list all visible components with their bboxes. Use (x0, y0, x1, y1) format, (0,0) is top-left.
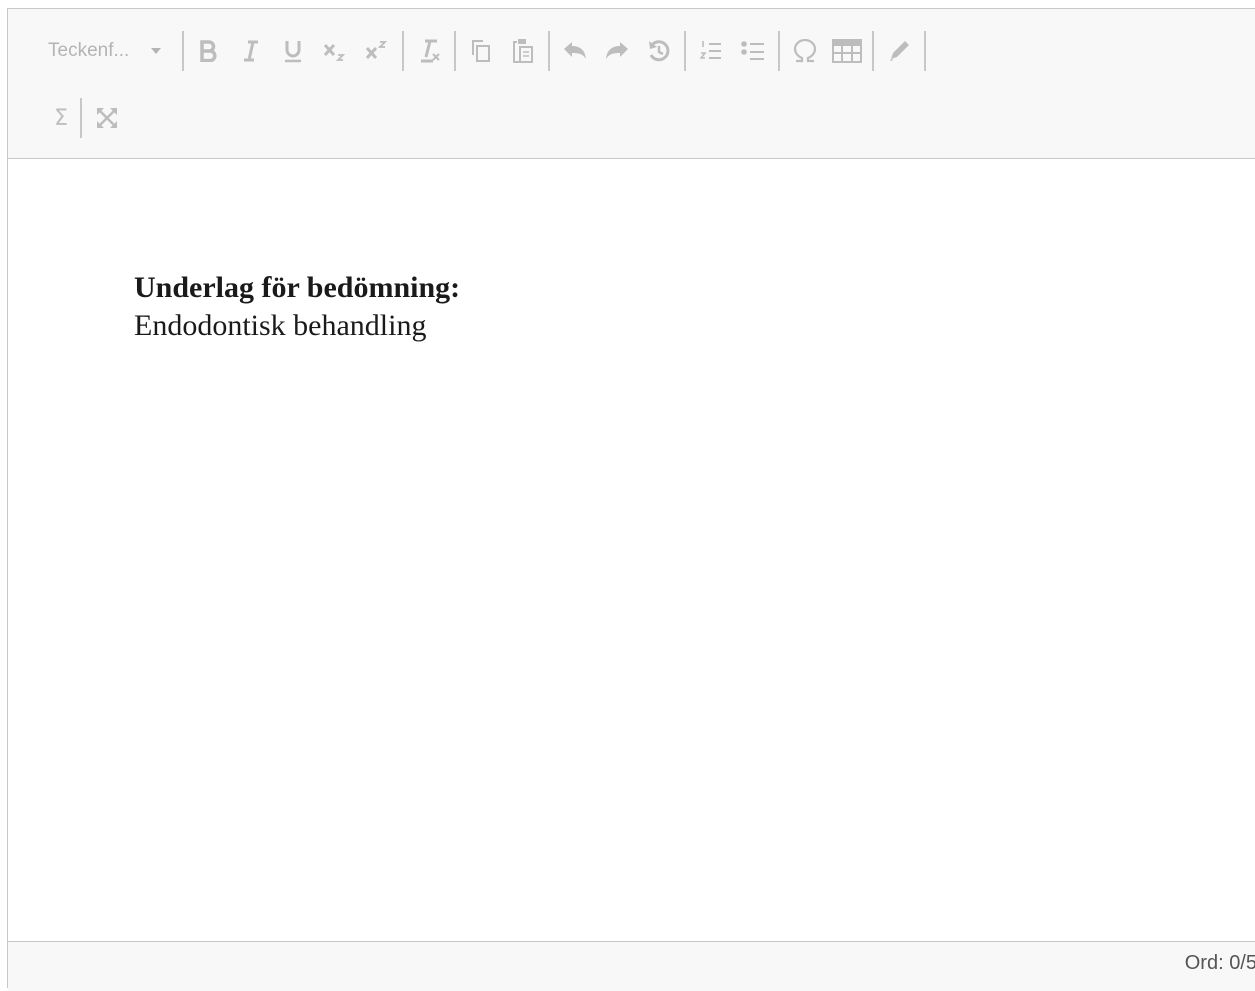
table-icon (832, 39, 862, 63)
subscript-button[interactable] (314, 31, 356, 71)
draw-button[interactable] (878, 31, 920, 71)
history-icon (649, 40, 670, 62)
toolbar-row-2: Σ (8, 98, 128, 138)
word-count: Ord: 0/5 (1184, 952, 1255, 974)
paste-button[interactable] (502, 31, 544, 71)
toolbar-separator (684, 31, 686, 71)
rich-text-editor: Teckenf... Σ Underlag för bedömning: End… (7, 8, 1255, 991)
undo-icon (564, 42, 586, 59)
superscript-icon (365, 41, 388, 60)
bullet-list-icon (741, 41, 764, 60)
omega-icon (793, 39, 817, 63)
italic-button[interactable] (230, 31, 272, 71)
remove-format-icon (421, 39, 440, 63)
history-button[interactable] (638, 31, 680, 71)
font-family-label: Teckenf... (48, 40, 130, 61)
font-family-dropdown[interactable]: Teckenf... (8, 31, 178, 71)
editor-content[interactable]: Underlag för bedömning: Endodontisk beha… (134, 269, 460, 345)
redo-icon (606, 42, 628, 59)
toolbar-separator (778, 31, 780, 71)
toolbar-separator (182, 31, 184, 71)
undo-button[interactable] (554, 31, 596, 71)
copy-button[interactable] (460, 31, 502, 71)
toolbar-row-1: Teckenf... (8, 31, 930, 71)
copy-icon (472, 40, 490, 62)
numbered-list-icon (700, 41, 721, 59)
toolbar-separator (548, 31, 550, 71)
toolbar-separator (454, 31, 456, 71)
toolbar-separator (872, 31, 874, 71)
toolbar-separator (924, 31, 926, 71)
content-heading: Underlag för bedömning: (134, 271, 461, 304)
toolbar-separator (402, 31, 404, 71)
superscript-button[interactable] (356, 31, 398, 71)
numbered-list-button[interactable] (690, 31, 732, 71)
bold-icon (200, 40, 217, 62)
underline-button[interactable] (272, 31, 314, 71)
equation-button[interactable]: Σ (8, 98, 76, 138)
editor-toolbar: Teckenf... Σ (8, 9, 1255, 159)
sigma-icon: Σ (54, 105, 68, 131)
toolbar-separator (80, 98, 82, 138)
underline-icon (285, 41, 301, 63)
fullscreen-icon (97, 108, 117, 128)
remove-format-button[interactable] (408, 31, 450, 71)
redo-button[interactable] (596, 31, 638, 71)
subscript-icon (323, 43, 346, 61)
editor-statusbar: Ord: 0/5 (8, 941, 1255, 991)
fullscreen-button[interactable] (86, 98, 128, 138)
pencil-icon (890, 41, 909, 61)
content-body: Endodontisk behandling (134, 309, 427, 342)
italic-icon (244, 40, 258, 62)
insert-table-button[interactable] (826, 31, 868, 71)
paste-icon (513, 39, 533, 63)
chevron-down-icon (151, 48, 162, 54)
bullet-list-button[interactable] (732, 31, 774, 71)
special-character-button[interactable] (784, 31, 826, 71)
bold-button[interactable] (188, 31, 230, 71)
